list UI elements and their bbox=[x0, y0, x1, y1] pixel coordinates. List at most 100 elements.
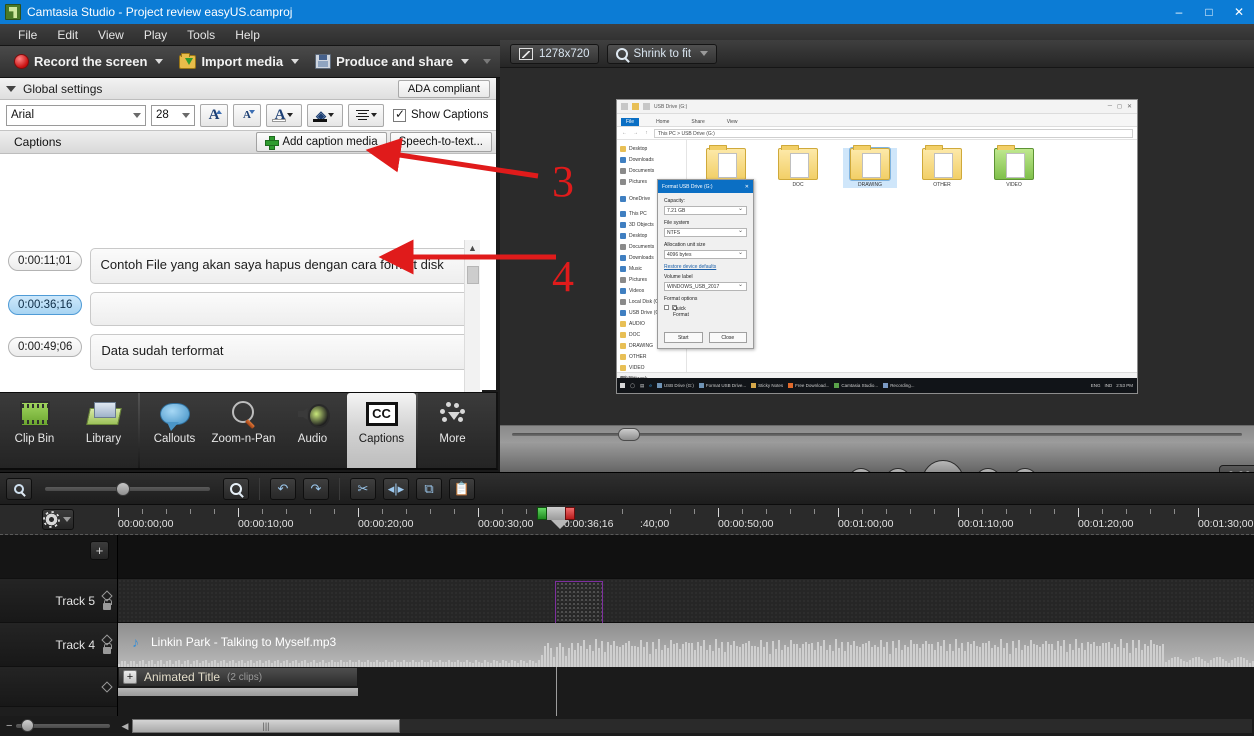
add-track-button[interactable]: + bbox=[90, 541, 109, 560]
minus-icon[interactable]: − bbox=[6, 720, 12, 732]
minimize-button[interactable]: – bbox=[1164, 0, 1194, 24]
taskbar-item[interactable]: Recording... bbox=[883, 383, 914, 388]
timeline-options-button[interactable] bbox=[42, 509, 74, 530]
track-height-slider[interactable] bbox=[16, 719, 110, 732]
explorer-file-grid[interactable]: AUDIO DOC DRAWING OTHER bbox=[687, 140, 1137, 372]
scroll-left-icon[interactable]: ◀ bbox=[118, 721, 132, 732]
copy-icon[interactable]: ⧉ bbox=[416, 477, 442, 500]
track-lane-group[interactable]: + Animated Title (2 clips) bbox=[118, 667, 1254, 696]
menu-play[interactable]: Play bbox=[134, 26, 177, 44]
chevron-down-icon[interactable] bbox=[287, 113, 294, 117]
back-icon[interactable]: ← bbox=[621, 130, 628, 136]
taskbar-item[interactable]: USB Drive (G:) bbox=[656, 383, 694, 388]
undo-icon[interactable]: ↶ bbox=[270, 477, 296, 500]
audio-clip[interactable]: ♪ Linkin Park - Talking to Myself.mp3 bbox=[118, 623, 1254, 667]
caption-time[interactable]: 0:00:11;01 bbox=[8, 251, 82, 271]
scrubber-track[interactable] bbox=[512, 428, 1242, 441]
chevron-down-icon[interactable] bbox=[328, 113, 334, 117]
track-height-knob[interactable] bbox=[21, 719, 35, 732]
font-family-select[interactable]: Arial bbox=[6, 104, 146, 126]
taskbar-item[interactable]: Camtasia Studio... bbox=[834, 383, 878, 388]
canvas-dimensions-button[interactable]: 1278x720 bbox=[510, 43, 599, 64]
chevron-down-icon[interactable] bbox=[155, 59, 164, 64]
start-button[interactable] bbox=[620, 383, 625, 388]
caption-text[interactable]: Contoh File yang akan saya hapus dengan … bbox=[89, 248, 476, 284]
menu-help[interactable]: Help bbox=[225, 26, 270, 44]
tab-captions[interactable]: CC Captions bbox=[347, 393, 416, 468]
scroll-up-icon[interactable]: ▲ bbox=[465, 240, 480, 256]
split-icon[interactable]: ◂|▸ bbox=[383, 477, 409, 500]
ribbon-tab-home[interactable]: Home bbox=[651, 118, 674, 126]
hscrollbar-thumb[interactable]: ||| bbox=[132, 719, 400, 733]
filesystem-select[interactable]: NTFS bbox=[664, 227, 747, 237]
caption-list-scrollbar[interactable]: ▲ ▼ bbox=[464, 240, 480, 408]
folder-item-selected[interactable]: DRAWING bbox=[843, 145, 897, 188]
volume-label-input[interactable]: WINDOWS_USB_2017 bbox=[664, 281, 747, 291]
nav-item[interactable]: VIDEO bbox=[620, 362, 686, 373]
grow-font-button[interactable]: A bbox=[200, 103, 228, 127]
paste-icon[interactable]: 📋 bbox=[449, 477, 475, 500]
task-view-icon[interactable]: ▤ bbox=[640, 383, 644, 389]
cut-icon[interactable]: ✂ bbox=[350, 477, 376, 500]
caption-time[interactable]: 0:00:36;16 bbox=[8, 295, 83, 315]
close-button[interactable]: Close bbox=[708, 332, 747, 343]
track-header-track-4[interactable]: Track 4 bbox=[0, 623, 117, 667]
import-media-button[interactable]: Import media bbox=[171, 52, 307, 71]
caption-row-selected[interactable]: 0:00:36;16 bbox=[0, 284, 482, 326]
ribbon-tab-share[interactable]: Share bbox=[686, 118, 709, 126]
maximize-button[interactable]: □ bbox=[1194, 0, 1224, 24]
text-align-button[interactable] bbox=[348, 103, 384, 127]
taskbar-item[interactable]: Sticky Notes bbox=[751, 383, 783, 388]
timeline-ruler[interactable]: 00:00:00;00 00:00:10;00 00:00:20;00 00:0… bbox=[0, 505, 1254, 535]
start-button[interactable]: Start bbox=[664, 332, 703, 343]
shrink-to-fit-button[interactable]: Shrink to fit bbox=[606, 43, 718, 64]
tab-clip-bin[interactable]: Clip Bin bbox=[0, 393, 69, 468]
zoom-in-icon[interactable] bbox=[223, 477, 249, 500]
caption-list[interactable]: 0:00:11;01 Contoh File yang akan saya ha… bbox=[0, 240, 482, 408]
playhead-marker[interactable] bbox=[537, 507, 575, 529]
scrubber-knob[interactable] bbox=[617, 428, 640, 441]
timeline-zoom-slider[interactable] bbox=[45, 481, 210, 496]
nav-item[interactable]: Downloads bbox=[620, 154, 686, 165]
track-header-group[interactable] bbox=[0, 667, 117, 707]
forward-icon[interactable]: → bbox=[632, 130, 639, 136]
up-icon[interactable]: ↑ bbox=[643, 130, 650, 136]
highlight-color-button[interactable]: ◈ bbox=[307, 103, 343, 127]
shrink-font-button[interactable]: A bbox=[233, 103, 261, 127]
timeline-hscrollbar[interactable]: ||| bbox=[132, 719, 1252, 733]
menu-edit[interactable]: Edit bbox=[47, 26, 88, 44]
toolbar-overflow-icon[interactable] bbox=[483, 59, 492, 64]
allocation-select[interactable]: 4096 bytes bbox=[664, 249, 747, 259]
caption-row[interactable]: 0:00:11;01 Contoh File yang akan saya ha… bbox=[0, 240, 482, 284]
chevron-down-icon[interactable] bbox=[700, 51, 709, 56]
menu-tools[interactable]: Tools bbox=[177, 26, 225, 44]
redo-icon[interactable]: ↷ bbox=[303, 477, 329, 500]
tray-language[interactable]: ENG bbox=[1091, 383, 1101, 388]
font-color-button[interactable]: A bbox=[266, 103, 302, 127]
tab-zoom-n-pan[interactable]: Zoom-n-Pan bbox=[209, 393, 278, 468]
chevron-down-icon[interactable] bbox=[461, 59, 470, 64]
scrollbar-thumb[interactable] bbox=[467, 266, 479, 284]
close-icon[interactable]: ✕ bbox=[745, 184, 749, 190]
format-dialog[interactable]: Format USB Drive (G:) ✕ Capacity: 7.21 G… bbox=[657, 179, 754, 349]
global-settings-header[interactable]: Global settings ADA compliant bbox=[0, 78, 496, 100]
folder-item[interactable]: OTHER bbox=[915, 145, 969, 188]
lock-icon[interactable] bbox=[103, 598, 112, 610]
zoom-out-icon[interactable] bbox=[6, 477, 32, 500]
menu-file[interactable]: File bbox=[8, 26, 47, 44]
track-height-zoom[interactable]: − bbox=[0, 719, 118, 732]
record-screen-button[interactable]: Record the screen bbox=[6, 52, 171, 71]
track-lane-track-5[interactable] bbox=[118, 579, 1254, 641]
ribbon-tab-view[interactable]: View bbox=[722, 118, 743, 126]
restore-defaults-button[interactable]: Restore device defaults bbox=[664, 264, 747, 270]
font-size-select[interactable]: 28 bbox=[151, 104, 195, 126]
playhead-out-marker[interactable] bbox=[565, 507, 575, 520]
nav-item[interactable]: OTHER bbox=[620, 351, 686, 362]
chevron-down-icon[interactable] bbox=[370, 113, 377, 117]
folder-item[interactable]: VIDEO bbox=[987, 145, 1041, 188]
address-value[interactable]: This PC > USB Drive (G:) bbox=[654, 128, 1133, 138]
capacity-select[interactable]: 7.21 GB bbox=[664, 205, 747, 215]
caption-text[interactable]: Data sudah terformat bbox=[90, 334, 476, 370]
search-icon[interactable]: ◯ bbox=[630, 383, 635, 389]
tab-callouts[interactable]: Callouts bbox=[140, 393, 209, 468]
